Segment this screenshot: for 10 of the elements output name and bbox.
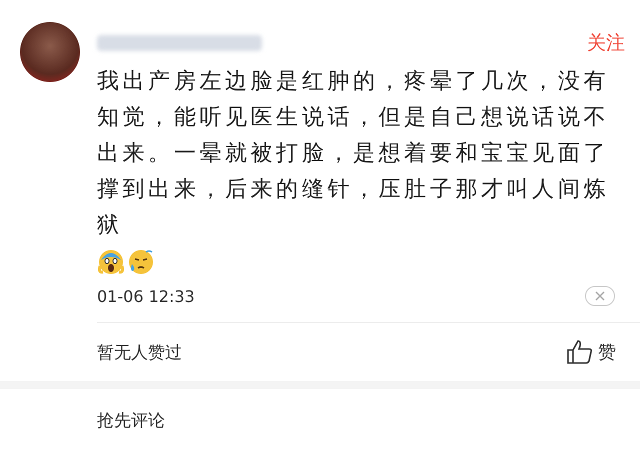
close-icon [595,291,605,301]
like-button[interactable]: 赞 [566,339,616,365]
comment-prompt-link[interactable]: 抢先评论 [0,389,640,432]
likes-summary: 暂无人赞过 [97,342,182,364]
sweat-face-icon [127,248,155,276]
thumbs-up-icon [566,339,594,365]
scream-face-icon [97,248,125,276]
comment-time: 01-06 12:33 [97,286,195,306]
comment-text: 我出产房左边脸是红肿的，疼晕了几次，没有知觉，能听见医生说话，但是自己想说话说不出来。一晕就被打脸，是想着要和宝宝见面了撑到出来，后来的缝针，压肚子那才叫人间炼狱 [97,68,610,240]
follow-button[interactable]: 关注 [587,30,625,56]
